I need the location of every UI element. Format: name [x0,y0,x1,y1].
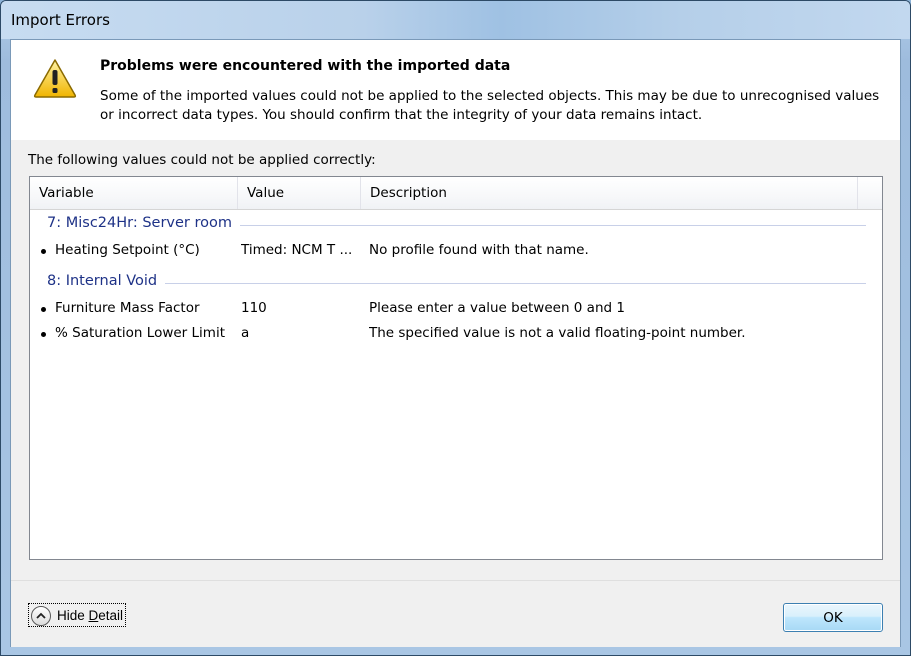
column-header-description[interactable]: Description [361,177,858,209]
group-label: 7: Misc24Hr: Server room [47,215,241,231]
import-errors-dialog: Import Errors Problems were encountered … [0,0,911,656]
chevron-up-icon [31,605,51,626]
cell-value: Timed: NCM T ... [241,242,353,258]
warning-icon [33,59,77,98]
hide-detail-button[interactable]: Hide Detail [28,603,127,627]
title-bar[interactable]: Import Errors [1,1,910,39]
column-header-value[interactable]: Value [238,177,361,209]
bullet-icon [41,249,46,254]
hide-detail-label: Hide Detail [57,608,124,623]
bullet-icon [41,307,46,312]
cell-variable: % Saturation Lower Limit [55,325,225,341]
cell-description: The specified value is not a valid float… [369,325,746,341]
message-header: Problems were encountered with the impor… [11,40,900,150]
dialog-client: Problems were encountered with the impor… [10,39,901,647]
cell-description: Please enter a value between 0 and 1 [369,300,625,316]
table-row[interactable]: % Saturation Lower Limit a The specified… [30,323,882,347]
group-header[interactable]: 7: Misc24Hr: Server room [30,213,882,237]
group-label: 8: Internal Void [47,273,166,289]
message-description: Some of the imported values could not be… [100,88,880,123]
group-header[interactable]: 8: Internal Void [30,271,882,295]
bullet-icon [41,332,46,337]
list-header: Variable Value Description [30,177,882,210]
cell-value: 110 [241,300,267,316]
cell-variable: Heating Setpoint (°C) [55,242,200,258]
window-title: Import Errors [11,11,110,29]
details-area: The following values could not be applie… [11,140,900,580]
cell-variable: Furniture Mass Factor [55,300,200,316]
column-header-variable[interactable]: Variable [30,177,238,209]
group-divider [60,283,866,284]
table-row[interactable]: Furniture Mass Factor 110 Please enter a… [30,298,882,322]
ok-button[interactable]: OK [783,603,883,632]
intro-text: The following values could not be applie… [28,152,376,168]
message-title: Problems were encountered with the impor… [100,58,511,74]
cell-description: No profile found with that name. [369,242,589,258]
dialog-footer: Hide Detail OK [11,580,900,647]
cell-value: a [241,325,250,341]
table-row[interactable]: Heating Setpoint (°C) Timed: NCM T ... N… [30,240,882,264]
errors-list[interactable]: Variable Value Description 7: Misc24Hr: … [29,176,883,560]
